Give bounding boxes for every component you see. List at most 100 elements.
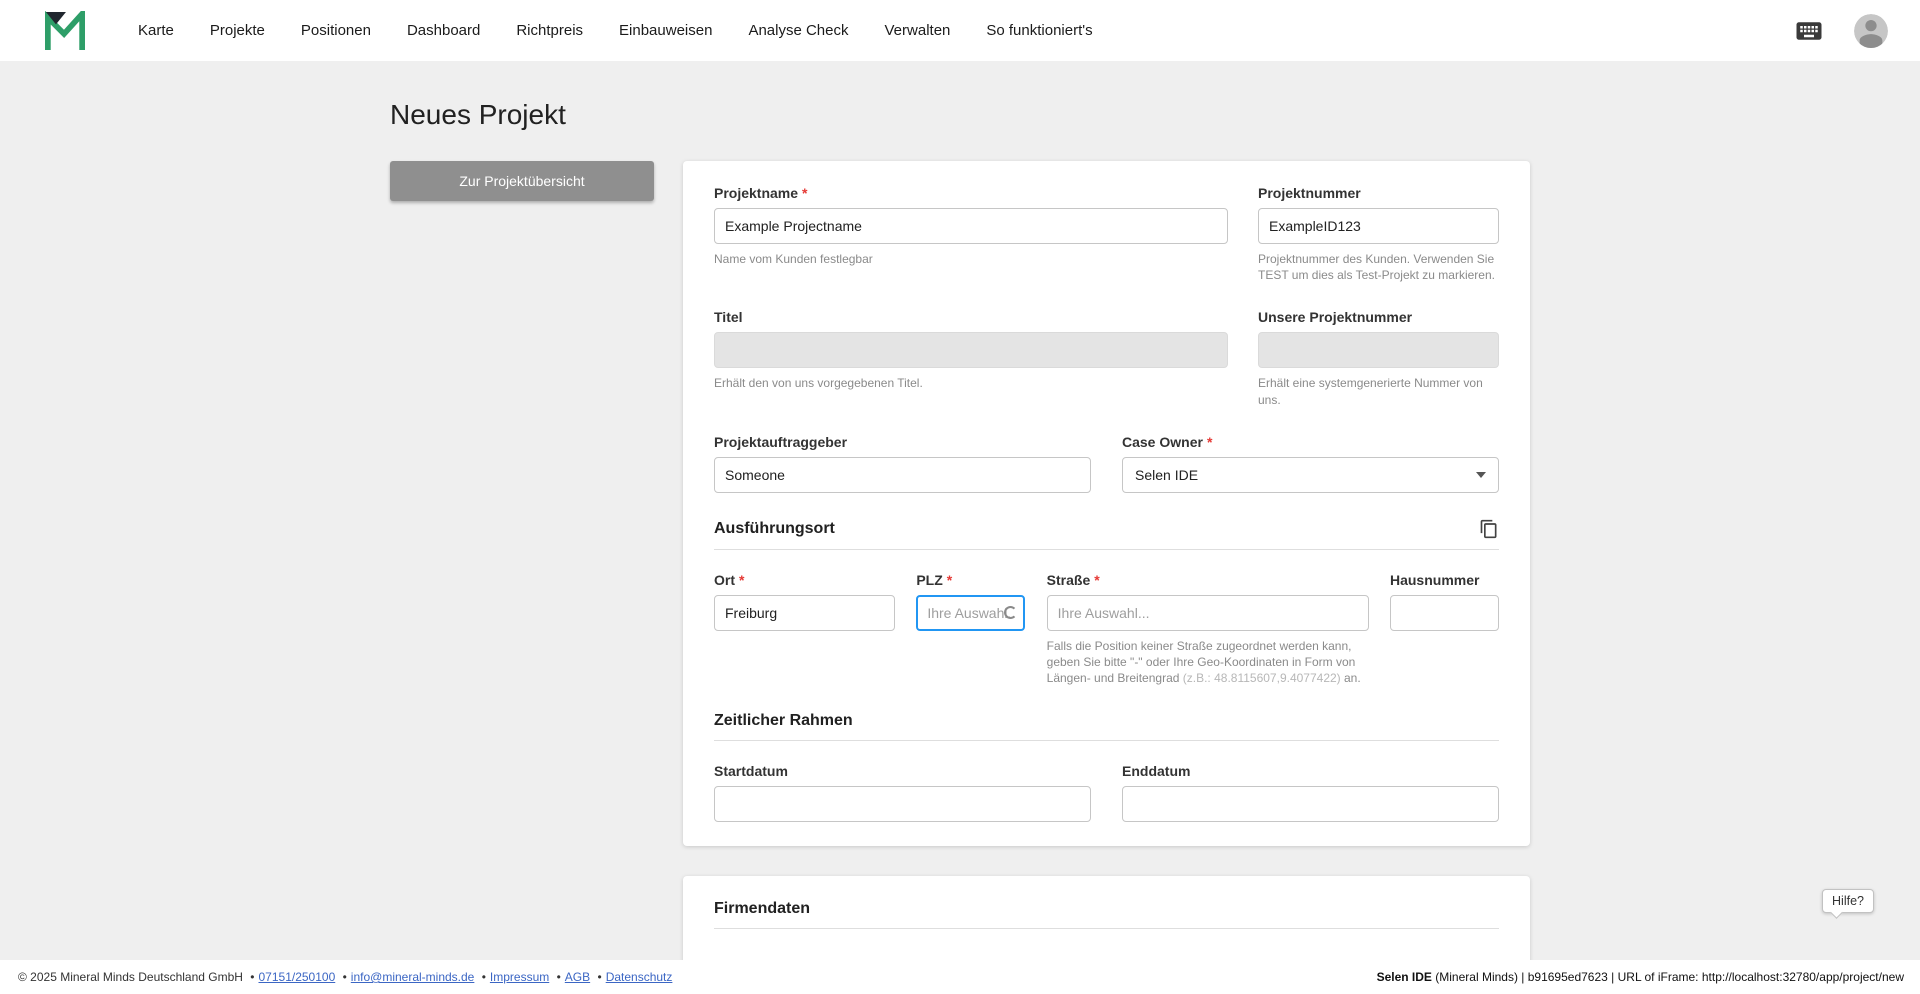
nav-item-einbauweisen[interactable]: Einbauweisen: [619, 22, 712, 39]
unsere-projektnummer-label: Unsere Projektnummer: [1258, 309, 1413, 326]
form-row-auftraggeber-owner: Projektauftraggeber Case Owner* Selen ID…: [714, 434, 1499, 493]
case-owner-label-text: Case Owner: [1122, 433, 1203, 450]
navbar-right: [1794, 13, 1888, 48]
nav-item-karte[interactable]: Karte: [138, 22, 174, 39]
hausnummer-field: Hausnummer: [1389, 571, 1499, 687]
footer-link-phone[interactable]: 07151/250100: [259, 970, 336, 984]
case-owner-value: Selen IDE: [1135, 466, 1199, 483]
footer-user-name: Selen IDE: [1376, 970, 1432, 984]
copy-icon[interactable]: [1479, 519, 1499, 539]
copyright-text: © 2025 Mineral Minds Deutschland GmbH: [18, 970, 243, 984]
projektname-label: Projektname *: [714, 185, 1228, 201]
footer-left: © 2025 Mineral Minds Deutschland GmbH • 0…: [18, 970, 672, 984]
projektnummer-helper: Projektnummer des Kunden. Verwenden Sie …: [1258, 252, 1495, 283]
page-title: Neues Projekt: [390, 99, 566, 130]
loading-spinner-icon: [1004, 605, 1018, 619]
footer-link-datenschutz[interactable]: Datenschutz: [606, 970, 673, 984]
strasse-helper-example: (z.B.: 48.8115607,9.4077422): [1182, 671, 1341, 686]
enddatum-field: Enddatum: [1122, 763, 1499, 823]
projektname-field: Projektname* Name vom Kunden festlegbar: [714, 185, 1228, 283]
bullet-separator: •: [597, 970, 602, 984]
form-row-name-number: Projektname* Name vom Kunden festlegbar …: [714, 185, 1499, 283]
footer-link-impressum[interactable]: Impressum: [490, 970, 549, 984]
ort-label-text: Ort: [714, 571, 735, 588]
firmendaten-section-header: Firmendaten: [714, 900, 1499, 918]
avatar[interactable]: [1854, 13, 1888, 48]
strasse-field: Straße* Falls die Position keiner Straße…: [1046, 572, 1369, 687]
bullet-separator: •: [250, 970, 255, 984]
ort-label: Ort *: [714, 572, 895, 588]
footer-link-email[interactable]: info@mineral-minds.de: [351, 970, 475, 984]
strasse-helper: Falls die Position keiner Straße zugeord…: [1047, 638, 1369, 687]
hausnummer-label: Hausnummer: [1389, 571, 1480, 588]
footer-session-details: (Mineral Minds) | b91695ed7623 | URL of …: [1431, 970, 1904, 984]
zeitlicher-rahmen-section-header: Zeitlicher Rahmen: [714, 712, 1499, 730]
help-button[interactable]: Hilfe?: [1822, 889, 1874, 913]
strasse-input[interactable]: [1046, 594, 1369, 631]
form-row-titel: Titel Erhält den von uns vorgegebenen Ti…: [714, 309, 1499, 407]
ort-input[interactable]: [714, 594, 895, 631]
titel-helper: Erhält den von uns vorgegebenen Titel.: [714, 376, 923, 391]
nav-item-verwalten[interactable]: Verwalten: [885, 22, 951, 39]
bullet-separator: •: [481, 970, 486, 984]
plz-field: PLZ *: [916, 571, 1026, 687]
plz-input-wrap: [916, 594, 1026, 631]
footer-link-agb[interactable]: AGB: [565, 970, 590, 984]
enddatum-input[interactable]: [1122, 786, 1499, 823]
bullet-separator: •: [556, 970, 561, 984]
nav-item-dashboard[interactable]: Dashboard: [407, 22, 480, 39]
zeitlicher-rahmen-heading: Zeitlicher Rahmen: [714, 712, 853, 730]
project-form-card: Projektname* Name vom Kunden festlegbar …: [683, 161, 1530, 847]
projektnummer-input[interactable]: [1258, 208, 1499, 244]
projektname-label-text: Projektname: [714, 185, 799, 201]
case-owner-label: Case Owner *: [1122, 434, 1499, 450]
ort-field: Ort *: [714, 572, 895, 687]
strasse-label-text: Straße: [1046, 571, 1091, 588]
main-nav: Karte Projekte Positionen Dashboard Rich…: [138, 22, 1794, 39]
titel-field: Titel Erhält den von uns vorgegebenen Ti…: [714, 309, 1228, 407]
projektname-input[interactable]: [714, 208, 1228, 244]
firmendaten-heading: Firmendaten: [714, 900, 811, 918]
mineral-minds-logo[interactable]: [44, 10, 86, 51]
hausnummer-input[interactable]: [1389, 594, 1499, 631]
projektnummer-field: Projektnummer Projektnummer des Kunden. …: [1258, 185, 1499, 283]
case-owner-select[interactable]: Selen IDE: [1122, 456, 1499, 493]
titel-input: [714, 332, 1228, 369]
strasse-helper-end: an.: [1340, 671, 1361, 686]
required-marker: *: [802, 185, 808, 201]
divider: [714, 548, 1499, 550]
projektnummer-label: Projektnummer: [1258, 185, 1361, 201]
projektauftraggeber-label: Projektauftraggeber: [714, 433, 848, 450]
required-marker: *: [1094, 571, 1100, 588]
projektauftraggeber-input[interactable]: [714, 456, 1091, 493]
divider: [714, 740, 1499, 742]
titel-label: Titel: [714, 309, 743, 326]
left-column: Zur Projektübersicht: [390, 161, 683, 201]
form-row-address: Ort* PLZ* Straße* Falls die Position kei…: [714, 572, 1499, 687]
ausfuehrungsort-section-header: Ausführungsort: [714, 519, 1499, 539]
divider: [714, 928, 1499, 930]
main-content: Neues Projekt Zur Projektübersicht Proje…: [390, 61, 1530, 994]
form-row-dates: Startdatum Enddatum: [714, 763, 1499, 823]
startdatum-field: Startdatum: [714, 763, 1091, 823]
bullet-separator: •: [342, 970, 347, 984]
footer-session-info: Selen IDE (Mineral Minds) | b91695ed7623…: [1377, 970, 1904, 984]
projektauftraggeber-field: Projektauftraggeber: [714, 434, 1091, 493]
startdatum-input[interactable]: [714, 786, 1091, 823]
unsere-projektnummer-helper: Erhält eine systemgenerierte Nummer von …: [1258, 376, 1483, 407]
nav-item-analyse-check[interactable]: Analyse Check: [748, 22, 848, 39]
nav-item-projekte[interactable]: Projekte: [210, 22, 265, 39]
logo-icon: [45, 10, 85, 50]
ausfuehrungsort-heading: Ausführungsort: [714, 519, 835, 537]
nav-item-positionen[interactable]: Positionen: [301, 22, 371, 39]
project-overview-button[interactable]: Zur Projektübersicht: [390, 161, 654, 201]
required-marker: *: [946, 571, 953, 588]
required-marker: *: [1206, 433, 1213, 450]
chevron-down-icon: [1476, 471, 1486, 478]
nav-item-so-funktionierts[interactable]: So funktioniert's: [986, 22, 1092, 39]
strasse-label: Straße *: [1047, 572, 1369, 588]
nav-item-richtpreis[interactable]: Richtpreis: [516, 22, 583, 39]
keyboard-icon[interactable]: [1794, 16, 1824, 46]
plz-label-text: PLZ: [916, 571, 943, 588]
unsere-projektnummer-field: Unsere Projektnummer Erhält eine systemg…: [1258, 309, 1499, 407]
